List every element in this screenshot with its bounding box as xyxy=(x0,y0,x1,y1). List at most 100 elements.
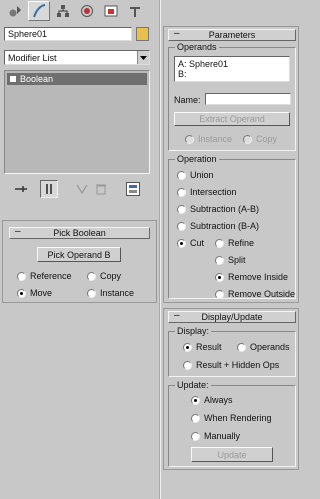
radio-dot xyxy=(177,238,186,248)
move-label: Move xyxy=(30,288,53,298)
update-group: Update: Always When Rendering Manually U… xyxy=(168,380,296,467)
radio-dot xyxy=(183,360,192,370)
extract-operand-button[interactable]: Extract Operand xyxy=(174,112,290,126)
motion-tab[interactable] xyxy=(76,1,98,21)
make-unique-icon[interactable] xyxy=(76,184,88,196)
reference-label: Reference xyxy=(30,271,72,281)
instance-radio[interactable]: Instance xyxy=(87,288,134,298)
when-rendering-radio[interactable]: When Rendering xyxy=(191,413,272,423)
collapse-icon: – xyxy=(174,28,180,39)
radio-dot xyxy=(237,342,246,352)
collapse-icon: – xyxy=(174,310,180,321)
intersection-radio[interactable]: Intersection xyxy=(177,187,237,197)
pick-operand-b-button[interactable]: Pick Operand B xyxy=(37,247,121,262)
result-radio[interactable]: Result xyxy=(183,342,222,352)
pin-stack-icon[interactable] xyxy=(14,184,28,196)
stack-item-boolean[interactable]: Boolean xyxy=(7,73,147,85)
radio-dot xyxy=(215,255,224,265)
display-update-title: Display/Update xyxy=(201,312,263,322)
modify-icon xyxy=(33,4,46,18)
utilities-tab[interactable] xyxy=(124,1,146,21)
modifier-list-dropdown[interactable]: Modifier List xyxy=(4,50,150,65)
modify-tab[interactable] xyxy=(28,1,50,21)
object-color-swatch[interactable] xyxy=(136,27,149,41)
utilities-icon xyxy=(130,7,140,17)
cut-radio[interactable]: Cut xyxy=(177,238,204,248)
subtraction-ab-label: Subtraction (A-B) xyxy=(190,204,260,214)
union-radio[interactable]: Union xyxy=(177,170,214,180)
radio-dot xyxy=(191,413,200,423)
extract-instance-label: Instance xyxy=(198,134,233,144)
show-end-result-button[interactable] xyxy=(40,180,58,198)
operand-b[interactable]: B: xyxy=(178,69,286,79)
extract-instance-radio[interactable]: Instance xyxy=(185,134,232,144)
object-name-field[interactable]: Sphere01 xyxy=(4,27,132,41)
pick-boolean-title: Pick Boolean xyxy=(53,228,106,238)
always-label: Always xyxy=(204,395,233,405)
hierarchy-icon xyxy=(57,5,69,17)
refine-radio[interactable]: Refine xyxy=(215,238,254,248)
when-rendering-label: When Rendering xyxy=(204,413,272,423)
extract-copy-radio[interactable]: Copy xyxy=(243,134,277,144)
show-end-result-icon xyxy=(46,184,52,194)
remove-modifier-icon[interactable] xyxy=(96,183,106,197)
subtraction-ba-label: Subtraction (B-A) xyxy=(190,221,260,231)
parameters-title: Parameters xyxy=(208,30,256,40)
move-radio[interactable]: Move xyxy=(17,288,52,298)
manually-radio[interactable]: Manually xyxy=(191,431,240,441)
pick-boolean-rollout: – Pick Boolean Pick Operand B Reference … xyxy=(2,220,157,303)
radio-dot xyxy=(215,238,224,248)
radio-dot xyxy=(87,271,96,281)
intersection-label: Intersection xyxy=(190,187,237,197)
create-tab[interactable] xyxy=(4,1,26,21)
display-group: Display: Result Operands Result + Hidden… xyxy=(168,326,296,377)
operands-list[interactable]: A: Sphere01 B: xyxy=(174,56,290,82)
remove-outside-radio[interactable]: Remove Outside xyxy=(215,289,295,299)
union-label: Union xyxy=(190,170,214,180)
configure-modifier-sets-icon[interactable] xyxy=(126,182,140,196)
display-group-title: Display: xyxy=(175,326,212,336)
create-icon xyxy=(9,6,21,17)
reference-radio[interactable]: Reference xyxy=(17,271,72,281)
display-update-rollout: – Display/Update Display: Result Operand… xyxy=(163,308,299,470)
always-radio[interactable]: Always xyxy=(191,395,233,405)
result-hidden-ops-radio[interactable]: Result + Hidden Ops xyxy=(183,360,279,370)
radio-dot xyxy=(191,431,200,441)
modifier-stack: Boolean xyxy=(4,70,150,174)
collapse-icon: – xyxy=(15,226,21,237)
display-icon xyxy=(104,5,118,17)
pick-boolean-header[interactable]: – Pick Boolean xyxy=(9,226,150,239)
copy-label: Copy xyxy=(100,271,122,281)
copy-radio[interactable]: Copy xyxy=(87,271,121,281)
hierarchy-tab[interactable] xyxy=(52,1,74,21)
radio-dot xyxy=(243,134,252,144)
radio-dot xyxy=(17,271,26,281)
operands-radio[interactable]: Operands xyxy=(237,342,290,352)
extract-copy-label: Copy xyxy=(256,134,278,144)
remove-inside-radio[interactable]: Remove Inside xyxy=(215,272,288,282)
modifier-list-label: Modifier List xyxy=(8,53,57,63)
radio-dot xyxy=(17,288,26,298)
name-label: Name: xyxy=(174,95,201,105)
radio-dot xyxy=(191,395,200,405)
instance-label: Instance xyxy=(100,288,135,298)
radio-dot xyxy=(185,134,194,144)
radio-dot xyxy=(215,289,224,299)
parameters-header[interactable]: – Parameters xyxy=(168,28,296,41)
command-panel-tabs xyxy=(0,0,160,22)
split-label: Split xyxy=(228,255,246,265)
subtraction-ba-radio[interactable]: Subtraction (B-A) xyxy=(177,221,259,231)
operand-name-field[interactable] xyxy=(205,93,291,105)
radio-dot xyxy=(177,170,186,180)
display-update-header[interactable]: – Display/Update xyxy=(168,310,296,323)
radio-dot xyxy=(87,288,96,298)
split-radio[interactable]: Split xyxy=(215,255,246,265)
subtraction-ab-radio[interactable]: Subtraction (A-B) xyxy=(177,204,259,214)
display-tab[interactable] xyxy=(100,1,122,21)
operands-group: Operands A: Sphere01 B: Name: Extract Op… xyxy=(168,42,296,151)
update-button[interactable]: Update xyxy=(191,447,273,462)
motion-icon xyxy=(81,5,93,17)
result-label: Result xyxy=(196,342,222,352)
operand-a[interactable]: A: Sphere01 xyxy=(178,59,286,69)
radio-dot xyxy=(177,204,186,214)
